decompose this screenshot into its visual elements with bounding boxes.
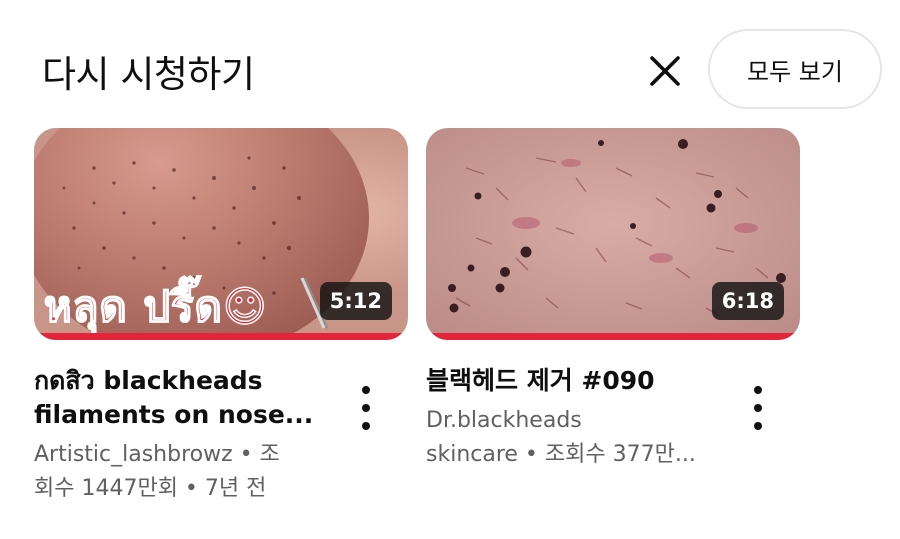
video-meta: กดสิว blackheads filaments on nose... Ar… <box>34 364 408 506</box>
video-title-line: กดสิว blackheads <box>34 366 263 395</box>
view-all-button[interactable]: 모두 보기 <box>708 29 882 109</box>
shelf-header: 다시 시청하기 모두 보기 <box>0 0 900 128</box>
more-vert-icon[interactable] <box>746 386 770 430</box>
shelf-title: 다시 시청하기 <box>42 53 255 96</box>
video-duration: 6:18 <box>711 282 784 320</box>
video-thumbnail[interactable]: 6:18 <box>426 128 800 340</box>
video-card[interactable]: หลุด ปรี๊ด☺ 5:12 กดสิว blackheads filame… <box>34 128 408 506</box>
video-title-line: filaments on nose... <box>34 400 314 429</box>
thumbnail-overlay-text: หลุด ปรี๊ด☺ <box>43 281 268 332</box>
video-thumbnail[interactable]: หลุด ปรี๊ด☺ 5:12 <box>34 128 408 340</box>
channel-line: Artistic_lashbrowz • 조 <box>34 442 280 467</box>
more-vert-icon[interactable] <box>354 386 378 430</box>
watch-progress-bar <box>34 333 408 340</box>
video-channel-stats: Artistic_lashbrowz • 조 회수 1447만회 • 7년 전 <box>34 438 334 506</box>
video-title-line: 블랙헤드 제거 #090 <box>426 366 655 395</box>
video-title[interactable]: กดสิว blackheads filaments on nose... <box>34 364 334 432</box>
watch-progress-bar <box>426 333 800 340</box>
stats-line: 회수 1447만회 • 7년 전 <box>34 476 267 501</box>
video-meta: 블랙헤드 제거 #090 Dr.blackheads skincare • 조회… <box>426 364 800 472</box>
video-card[interactable]: 6:18 블랙헤드 제거 #090 Dr.blackheads skincare… <box>426 128 800 472</box>
video-duration: 5:12 <box>319 282 392 320</box>
video-title[interactable]: 블랙헤드 제거 #090 <box>426 364 726 398</box>
close-icon <box>650 56 680 86</box>
close-button[interactable] <box>640 48 690 94</box>
channel-line: Dr.blackheads <box>426 408 582 433</box>
video-channel-stats: Dr.blackheads skincare • 조회수 377만... <box>426 404 726 472</box>
stats-line: skincare • 조회수 377만... <box>426 442 696 467</box>
